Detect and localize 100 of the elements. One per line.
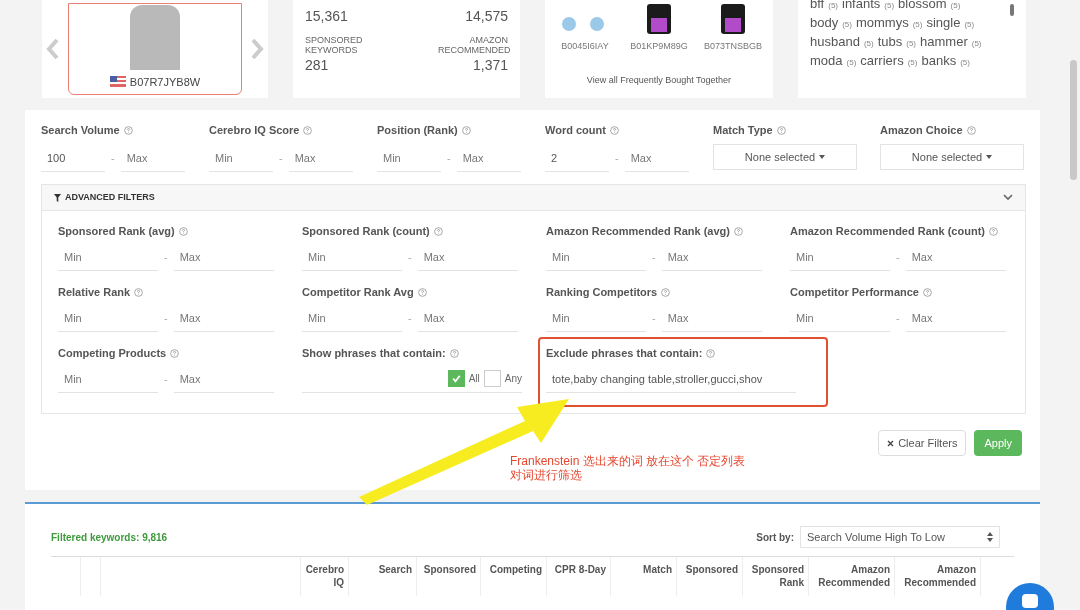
close-icon: [887, 439, 895, 447]
chevron-right-icon[interactable]: [250, 38, 264, 60]
word-text: body: [810, 15, 839, 31]
word-count: (5): [964, 19, 975, 31]
word-count: (5): [863, 38, 874, 50]
stat-value: 1,371: [472, 56, 508, 75]
filter-label: Competitor Performance: [790, 284, 919, 300]
sort-label: Sort by:: [756, 530, 794, 545]
filter-label: Exclude phrases that contain:: [546, 345, 703, 361]
photo-placeholder: [130, 4, 180, 70]
column-header[interactable]: Match: [643, 563, 672, 576]
annotation-text: 对词进行筛选: [510, 468, 583, 482]
word-count: (5): [907, 57, 918, 69]
help-icon: [461, 125, 471, 135]
asin-text: B073TNSBGB: [704, 40, 762, 53]
filter-label: Sponsored Rank (count): [302, 223, 430, 239]
help-icon: [134, 287, 144, 297]
help-icon: [433, 226, 443, 236]
caret-icon: [819, 155, 826, 159]
range-dash: -: [896, 310, 900, 326]
sort-dropdown[interactable]: Search Volume High To Low: [800, 526, 1000, 548]
help-icon: [449, 348, 459, 358]
scrollbar-thumb: [1010, 4, 1014, 16]
caret-icon: [986, 155, 993, 159]
range-dash: -: [652, 249, 656, 265]
column-header[interactable]: Sponsored: [685, 563, 738, 576]
select-dropdown[interactable]: None selected: [713, 144, 857, 170]
range-dash: -: [896, 249, 900, 265]
column-header[interactable]: Cerebro IQ: [305, 563, 344, 589]
annotation-text: Frankenstein 选出来的词 放在这个 否定列表: [510, 454, 747, 468]
input-field[interactable]: tote,baby changing table,stroller,gucci,shov: [546, 365, 796, 393]
column-header[interactable]: CPR 8-Day: [554, 563, 606, 576]
select-dropdown[interactable]: None selected: [880, 144, 1024, 170]
help-icon: [303, 125, 313, 135]
panel-header[interactable]: ADVANCED FILTERS: [42, 185, 1025, 211]
help-icon: [417, 287, 427, 297]
column-header[interactable]: Competing: [489, 563, 542, 576]
word-text: banks: [921, 53, 957, 69]
asin-text: B01KP9M89G: [630, 40, 688, 53]
filter-label: Show phrases that contain:: [302, 345, 446, 361]
help-icon: [170, 348, 180, 358]
filter-icon: [54, 193, 61, 202]
stat-value: 281: [305, 56, 329, 75]
filter-label: Word count: [545, 122, 606, 138]
filter-label: Amazon Recommended Rank (count): [790, 223, 985, 239]
help-icon: [178, 226, 188, 236]
stat-value: 15,361: [305, 7, 348, 26]
filter-label: Amazon Recommended Rank (avg): [546, 223, 730, 239]
word-text: single: [926, 15, 961, 31]
stat-value: 14,575: [465, 7, 508, 26]
help-icon: [123, 125, 133, 135]
filter-label: Search Volume: [41, 122, 120, 138]
chevron-left-icon[interactable]: [46, 38, 60, 60]
word-count: (5): [912, 19, 923, 31]
range-dash: -: [615, 150, 619, 166]
filter-label: Cerebro IQ Score: [209, 122, 300, 138]
asin-text: B0045I6IAY: [561, 40, 609, 53]
help-icon: [988, 226, 998, 236]
column-header[interactable]: Amazon Recommended: [813, 563, 890, 589]
word-text: hammer: [920, 34, 968, 50]
range-dash: -: [111, 150, 115, 166]
stat-label: AMAZON RECOMMENDED: [438, 35, 508, 55]
check-icon: [450, 373, 462, 384]
checkbox[interactable]: [483, 370, 501, 387]
range-dash: -: [279, 150, 283, 166]
filter-label: Position (Rank): [377, 122, 458, 138]
column-header[interactable]: Amazon Recommended: [899, 563, 976, 589]
filter-label: Ranking Competitors: [546, 284, 658, 300]
clear-filters-button[interactable]: Clear Filters: [878, 430, 967, 456]
word-text: mommys: [856, 15, 909, 31]
filter-label: Relative Rank: [58, 284, 131, 300]
word-count: (5): [884, 0, 895, 12]
word-text: moda: [810, 53, 843, 69]
flag-icon: [109, 76, 126, 88]
word-text: husband: [810, 34, 860, 50]
chat-icon: [1022, 594, 1038, 608]
filtered-count: Filtered keywords: 9,816: [51, 530, 168, 545]
checkbox-label: All: [468, 372, 480, 386]
help-icon: [776, 125, 786, 135]
help-icon: [923, 287, 932, 297]
panel-title: ADVANCED FILTERS: [65, 190, 155, 204]
word-count: (5): [828, 0, 838, 12]
word-count: (5): [846, 57, 857, 69]
range-dash: -: [408, 310, 412, 326]
asin-text: B07R7JYB8W: [129, 74, 201, 90]
word-count: (5): [960, 57, 970, 69]
filter-label: Sponsored Rank (avg): [58, 223, 175, 239]
range-dash: -: [652, 310, 656, 326]
word-text: tubs: [877, 34, 903, 50]
sort-arrows-icon: [987, 532, 993, 542]
checkbox[interactable]: [447, 370, 465, 387]
view-all-link[interactable]: View all Frequently Bought Together: [586, 73, 732, 87]
filter-label: Match Type: [713, 122, 773, 138]
word-text: carriers: [860, 53, 904, 69]
range-dash: -: [408, 249, 412, 265]
help-icon: [966, 125, 976, 135]
range-dash: -: [164, 310, 168, 326]
column-header[interactable]: Sponsored: [423, 563, 476, 576]
column-header[interactable]: Search: [378, 563, 412, 576]
column-header[interactable]: Sponsored Rank: [747, 563, 804, 589]
